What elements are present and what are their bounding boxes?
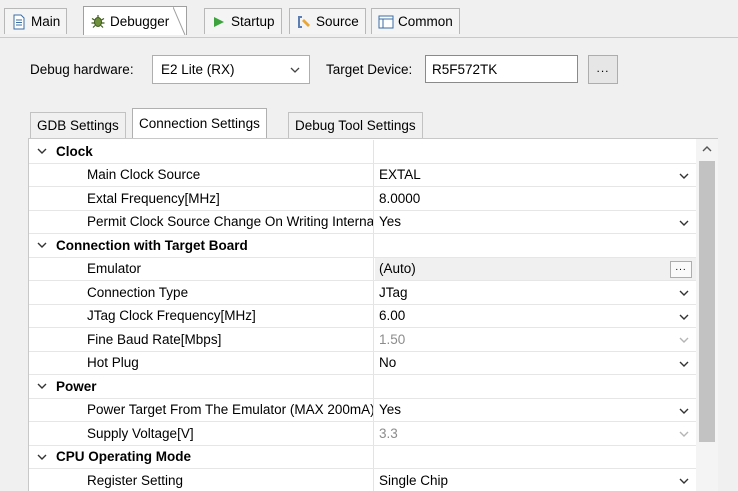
property-value: 3.3 [379, 425, 398, 441]
category-title: Connection with Target Board [56, 237, 248, 253]
chevron-down-icon [679, 337, 689, 343]
chevron-down-icon [37, 242, 47, 249]
category-row-clock[interactable]: Clock [29, 140, 696, 164]
common-icon [378, 14, 394, 30]
property-value: Yes [379, 402, 402, 418]
property-value: (Auto) [379, 261, 416, 277]
browse-button-label: ... [596, 60, 610, 75]
scrollbar-thumb[interactable] [699, 161, 715, 442]
tab-common-label: Common [398, 14, 453, 29]
property-name: Supply Voltage[V] [87, 425, 194, 441]
tab-source[interactable]: Source [289, 8, 366, 34]
chevron-down-icon [679, 431, 689, 437]
category-title: CPU Operating Mode [56, 449, 192, 465]
play-icon [211, 14, 227, 30]
property-value: No [379, 355, 397, 371]
tab-debug-tool-settings-label: Debug Tool Settings [295, 118, 416, 133]
chevron-up-icon [702, 146, 712, 152]
property-value: Single Chip [379, 472, 449, 488]
tab-debug-tool-settings[interactable]: Debug Tool Settings [288, 112, 423, 138]
tab-debugger-label: Debugger [110, 13, 170, 29]
tab-common[interactable]: Common [371, 8, 460, 34]
connection-settings-grid: Clock Main Clock Source EXTAL Extal Freq… [28, 138, 718, 491]
debugger-panel: Debug hardware: E2 Lite (RX) Target Devi… [0, 38, 738, 491]
property-name: Emulator [87, 261, 142, 277]
property-row-emulator[interactable]: Emulator (Auto)... [29, 257, 696, 281]
property-value: JTag [379, 284, 408, 300]
tab-gdb-settings[interactable]: GDB Settings [30, 112, 126, 138]
property-value: 6.00 [379, 308, 406, 324]
property-value: 1.50 [379, 331, 406, 347]
settings-tab-bar: GDB Settings Connection Settings Debug T… [28, 108, 730, 138]
property-value: 8.0000 [379, 190, 421, 206]
property-name: Main Clock Source [87, 167, 201, 183]
bug-icon [90, 13, 106, 29]
chevron-down-icon [290, 67, 300, 73]
emulator-browse-button[interactable]: ... [670, 260, 692, 278]
chevron-down-icon[interactable] [678, 475, 690, 487]
chevron-down-icon[interactable] [678, 170, 690, 182]
property-name: Hot Plug [87, 355, 139, 371]
browse-device-button[interactable]: ... [588, 55, 618, 84]
property-name: Permit Clock Source Change On Writing In… [87, 214, 374, 230]
chevron-down-icon[interactable] [678, 311, 690, 323]
scroll-up-button[interactable] [696, 139, 718, 159]
property-row-supply-voltage: Supply Voltage[V] 3.3 [29, 422, 696, 446]
tab-startup[interactable]: Startup [204, 8, 282, 34]
property-row-register-setting[interactable]: Register Setting Single Chip [29, 469, 696, 491]
category-row-connection[interactable]: Connection with Target Board [29, 234, 696, 258]
category-title: Clock [56, 143, 93, 159]
property-name: Extal Frequency[MHz] [87, 190, 220, 206]
property-row-permit-clock-source-change[interactable]: Permit Clock Source Change On Writing In… [29, 210, 696, 234]
tab-edge-icon [173, 7, 186, 35]
emulator-browse-label: ... [675, 262, 687, 273]
page-icon [11, 14, 27, 30]
debug-hardware-value: E2 Lite (RX) [161, 62, 235, 77]
property-name: Register Setting [87, 472, 184, 488]
tab-gdb-settings-label: GDB Settings [37, 118, 119, 133]
chevron-down-icon [37, 148, 47, 155]
source-icon [296, 14, 312, 30]
category-title: Power [56, 378, 97, 394]
property-value: EXTAL [379, 167, 421, 183]
category-row-power[interactable]: Power [29, 375, 696, 399]
debug-hardware-select[interactable]: E2 Lite (RX) [152, 55, 310, 84]
tab-startup-label: Startup [231, 14, 275, 29]
chevron-down-icon[interactable] [678, 405, 690, 417]
vertical-scrollbar[interactable] [696, 139, 718, 491]
property-name: Connection Type [87, 284, 189, 300]
chevron-down-icon[interactable] [678, 358, 690, 370]
debug-hardware-label: Debug hardware: [30, 62, 134, 77]
property-row-hot-plug[interactable]: Hot Plug No [29, 351, 696, 375]
launch-config-tab-bar: Main Debugger Startup Source Common [0, 0, 738, 38]
property-row-fine-baud-rate: Fine Baud Rate[Mbps] 1.50 [29, 328, 696, 352]
chevron-down-icon [37, 383, 47, 390]
property-row-extal-frequency[interactable]: Extal Frequency[MHz] 8.0000 [29, 187, 696, 211]
property-name: Fine Baud Rate[Mbps] [87, 331, 222, 347]
property-row-jtag-clock-frequency[interactable]: JTag Clock Frequency[MHz] 6.00 [29, 304, 696, 328]
property-row-main-clock-source[interactable]: Main Clock Source EXTAL [29, 163, 696, 187]
chevron-down-icon[interactable] [678, 217, 690, 229]
tab-debugger[interactable]: Debugger [83, 6, 188, 35]
chevron-down-icon[interactable] [678, 287, 690, 299]
property-value: Yes [379, 214, 402, 230]
tab-source-label: Source [316, 14, 359, 29]
property-row-connection-type[interactable]: Connection Type JTag [29, 281, 696, 305]
property-row-power-target[interactable]: Power Target From The Emulator (MAX 200m… [29, 398, 696, 422]
target-device-input[interactable]: R5F572TK [425, 55, 578, 83]
tab-main[interactable]: Main [4, 8, 68, 34]
target-device-value: R5F572TK [432, 61, 498, 77]
tab-connection-settings[interactable]: Connection Settings [132, 108, 267, 138]
tab-main-label: Main [31, 14, 61, 29]
category-row-cpu-operating-mode[interactable]: CPU Operating Mode [29, 445, 696, 469]
property-name: JTag Clock Frequency[MHz] [87, 308, 256, 324]
target-device-label: Target Device: [326, 62, 413, 77]
tab-connection-settings-label: Connection Settings [139, 116, 260, 131]
property-name: Power Target From The Emulator (MAX 200m… [87, 402, 374, 418]
chevron-down-icon [37, 454, 47, 460]
